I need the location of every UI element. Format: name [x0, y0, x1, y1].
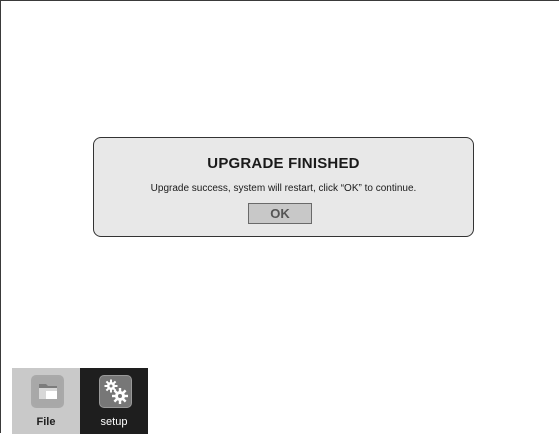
- taskbar-item-setup[interactable]: setup: [80, 368, 148, 434]
- gears-icon: [99, 375, 132, 408]
- folder-icon: [31, 375, 64, 408]
- taskbar-item-file[interactable]: File: [12, 368, 80, 434]
- taskbar-item-label: setup: [100, 416, 128, 428]
- dialog-title: UPGRADE FINISHED: [207, 155, 360, 172]
- taskbar-item-label: File: [36, 416, 56, 428]
- upgrade-dialog: UPGRADE FINISHED Upgrade success, system…: [93, 137, 474, 237]
- taskbar: File setup: [12, 368, 148, 434]
- dialog-message: Upgrade success, system will restart, cl…: [150, 183, 417, 194]
- ok-button[interactable]: OK: [248, 203, 312, 224]
- screen: UPGRADE FINISHED Upgrade success, system…: [0, 0, 559, 434]
